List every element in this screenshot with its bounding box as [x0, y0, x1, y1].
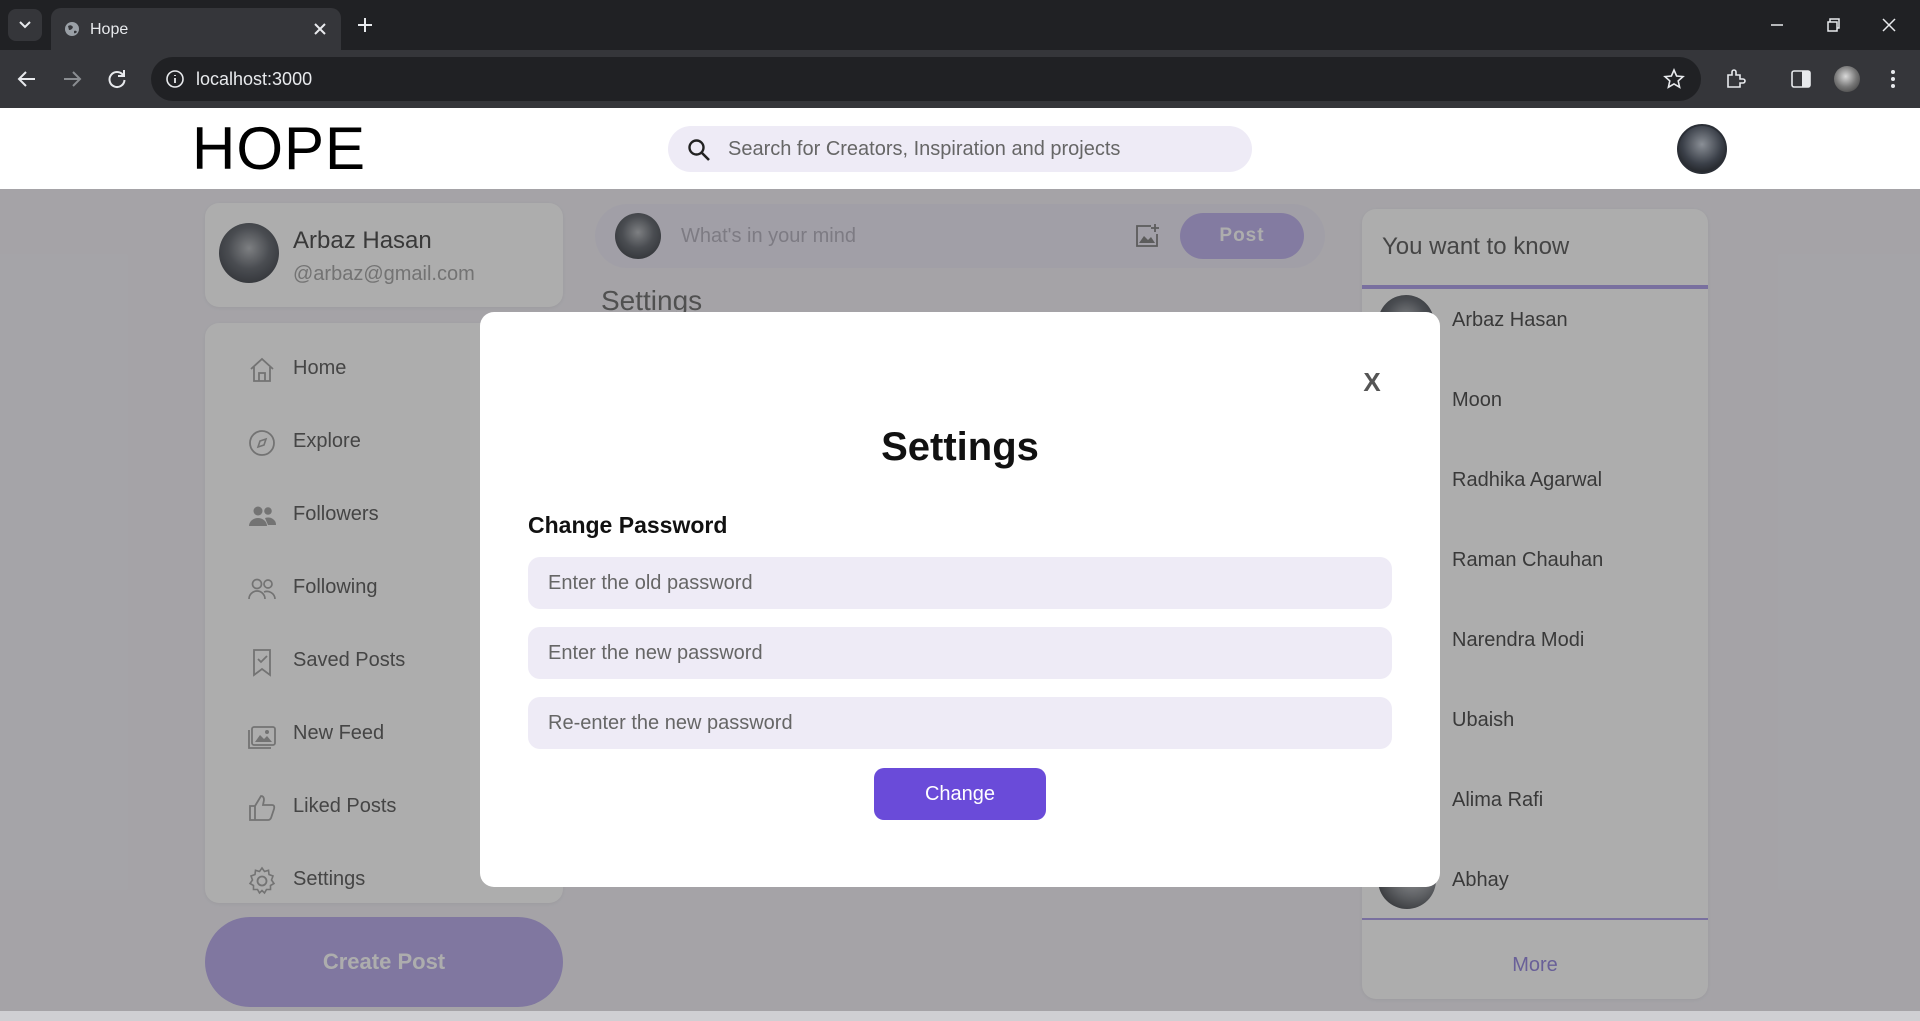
browser-toolbar: localhost:3000 [0, 50, 1920, 108]
modal-title: Settings [881, 425, 1039, 469]
back-arrow-icon[interactable] [14, 66, 40, 92]
bookmark-star-icon[interactable] [1663, 68, 1685, 90]
side-panel-icon[interactable] [1788, 66, 1814, 92]
settings-modal: X Settings Change Password Change [480, 312, 1440, 887]
user-avatar[interactable] [1677, 124, 1727, 174]
change-password-button[interactable]: Change [874, 768, 1046, 820]
app-logo[interactable]: HOPE [192, 116, 366, 182]
address-bar[interactable]: localhost:3000 [151, 57, 1701, 101]
restore-icon[interactable] [1820, 12, 1846, 38]
site-info-icon[interactable] [165, 69, 185, 89]
reload-icon[interactable] [104, 66, 130, 92]
profile-avatar[interactable] [1834, 66, 1860, 92]
bottom-edge [0, 1011, 1920, 1021]
change-password-label: Change Password [528, 512, 728, 538]
url-text: localhost:3000 [196, 69, 313, 89]
globe-icon [65, 22, 79, 36]
window-close-icon[interactable] [1876, 12, 1902, 38]
new-password-field[interactable] [528, 627, 1392, 679]
search-input[interactable] [728, 126, 1238, 172]
app-header: HOPE [0, 108, 1920, 189]
browser-tab[interactable]: Hope [51, 8, 341, 50]
old-password-field[interactable] [528, 557, 1392, 609]
search-icon [688, 139, 710, 161]
chevron-down-icon [19, 21, 31, 29]
modal-close-button[interactable]: X [1358, 367, 1386, 397]
tab-title: Hope [90, 21, 129, 38]
confirm-password-field[interactable] [528, 697, 1392, 749]
tab-search-button[interactable] [8, 9, 42, 41]
close-icon[interactable] [311, 20, 329, 38]
search-bar[interactable] [668, 126, 1252, 172]
minimize-icon[interactable] [1764, 12, 1790, 38]
extensions-icon[interactable] [1723, 66, 1749, 92]
forward-arrow-icon[interactable] [59, 66, 85, 92]
new-tab-icon[interactable] [353, 13, 377, 37]
browser-tabstrip: Hope [0, 0, 1920, 50]
more-vert-icon[interactable] [1880, 66, 1906, 92]
